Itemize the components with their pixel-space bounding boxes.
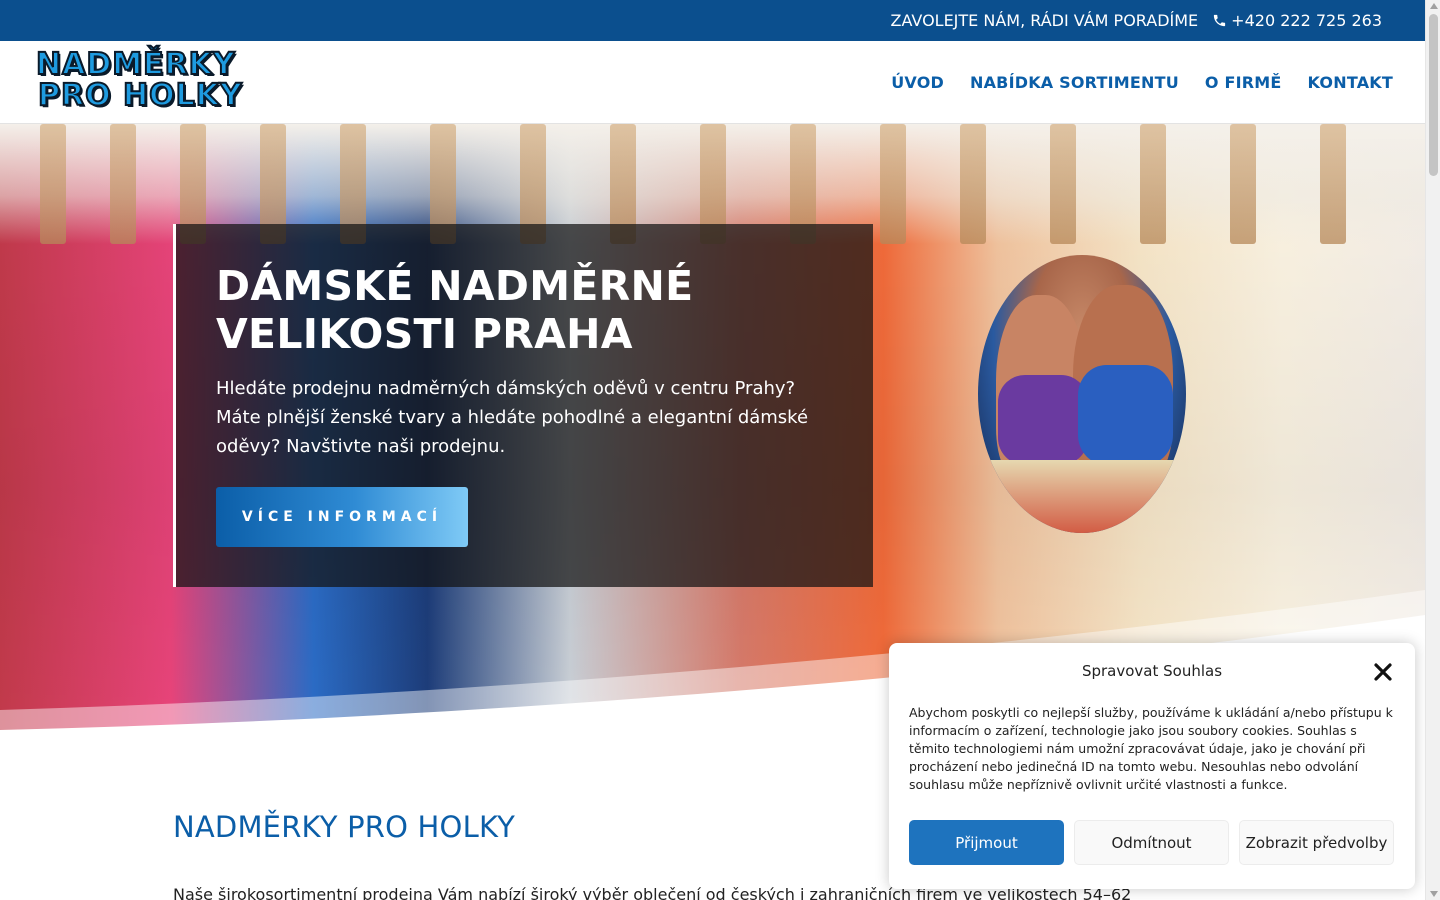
main-nav: ÚVOD NABÍDKA SORTIMENTU O FIRMĚ KONTAKT — [891, 41, 1393, 123]
phone-icon — [1214, 14, 1226, 27]
deny-button[interactable]: Odmítnout — [1074, 820, 1229, 865]
cookie-consent-modal: Spravovat Souhlas Abychom poskytli co ne… — [889, 643, 1415, 889]
top-bar-contact: ZAVOLEJTE NÁM, RÁDI VÁM PORADÍME +420 22… — [891, 0, 1382, 41]
more-info-button[interactable]: VÍCE INFORMACÍ — [216, 487, 468, 547]
hero-description: Hledáte prodejnu nadměrných dámských odě… — [216, 378, 809, 457]
site-header: NADMĚRKY PRO HOLKY ÚVOD NABÍDKA SORTIMEN… — [0, 41, 1425, 124]
accept-button[interactable]: Přijmout — [909, 820, 1064, 865]
page-scrollbar[interactable] — [1425, 0, 1440, 900]
logo-line-1: NADMĚRKY — [35, 47, 236, 82]
callout-text: ZAVOLEJTE NÁM, RÁDI VÁM PORADÍME — [890, 11, 1199, 30]
site-logo[interactable]: NADMĚRKY PRO HOLKY — [35, 47, 244, 119]
section-title: NADMĚRKY PRO HOLKY — [173, 810, 516, 844]
close-icon[interactable] — [1371, 660, 1395, 684]
nav-item-nabidka-sortimentu[interactable]: NABÍDKA SORTIMENTU — [970, 73, 1179, 92]
photo-swimsuit-left — [998, 375, 1088, 465]
hero-panel: DÁMSKÉ NADMĚRNÉ VELIKOSTI PRAHA Hledáte … — [173, 224, 873, 587]
scroll-up-arrow-icon[interactable] — [1430, 3, 1438, 9]
top-bar: ZAVOLEJTE NÁM, RÁDI VÁM PORADÍME +420 22… — [0, 0, 1425, 41]
hero-title: DÁMSKÉ NADMĚRNÉ VELIKOSTI PRAHA — [216, 262, 694, 358]
nav-item-o-firme[interactable]: O FIRMĚ — [1205, 73, 1282, 92]
logo-line-2: PRO HOLKY — [37, 78, 243, 113]
photo-swimsuit-right — [1078, 365, 1173, 465]
nav-item-uvod[interactable]: ÚVOD — [891, 73, 944, 92]
scroll-down-arrow-icon[interactable] — [1430, 891, 1438, 897]
phone-number: +420 222 725 263 — [1231, 11, 1382, 30]
nav-item-kontakt[interactable]: KONTAKT — [1308, 73, 1393, 92]
hero-oval-photo — [978, 255, 1186, 533]
cookie-title: Spravovat Souhlas — [1081, 662, 1223, 680]
scroll-thumb[interactable] — [1429, 14, 1438, 176]
preferences-button[interactable]: Zobrazit předvolby — [1239, 820, 1394, 865]
phone-link[interactable]: +420 222 725 263 — [1212, 11, 1382, 30]
photo-boat — [978, 460, 1186, 533]
cookie-text: Abychom poskytli co nejlepší služby, pou… — [909, 705, 1393, 792]
